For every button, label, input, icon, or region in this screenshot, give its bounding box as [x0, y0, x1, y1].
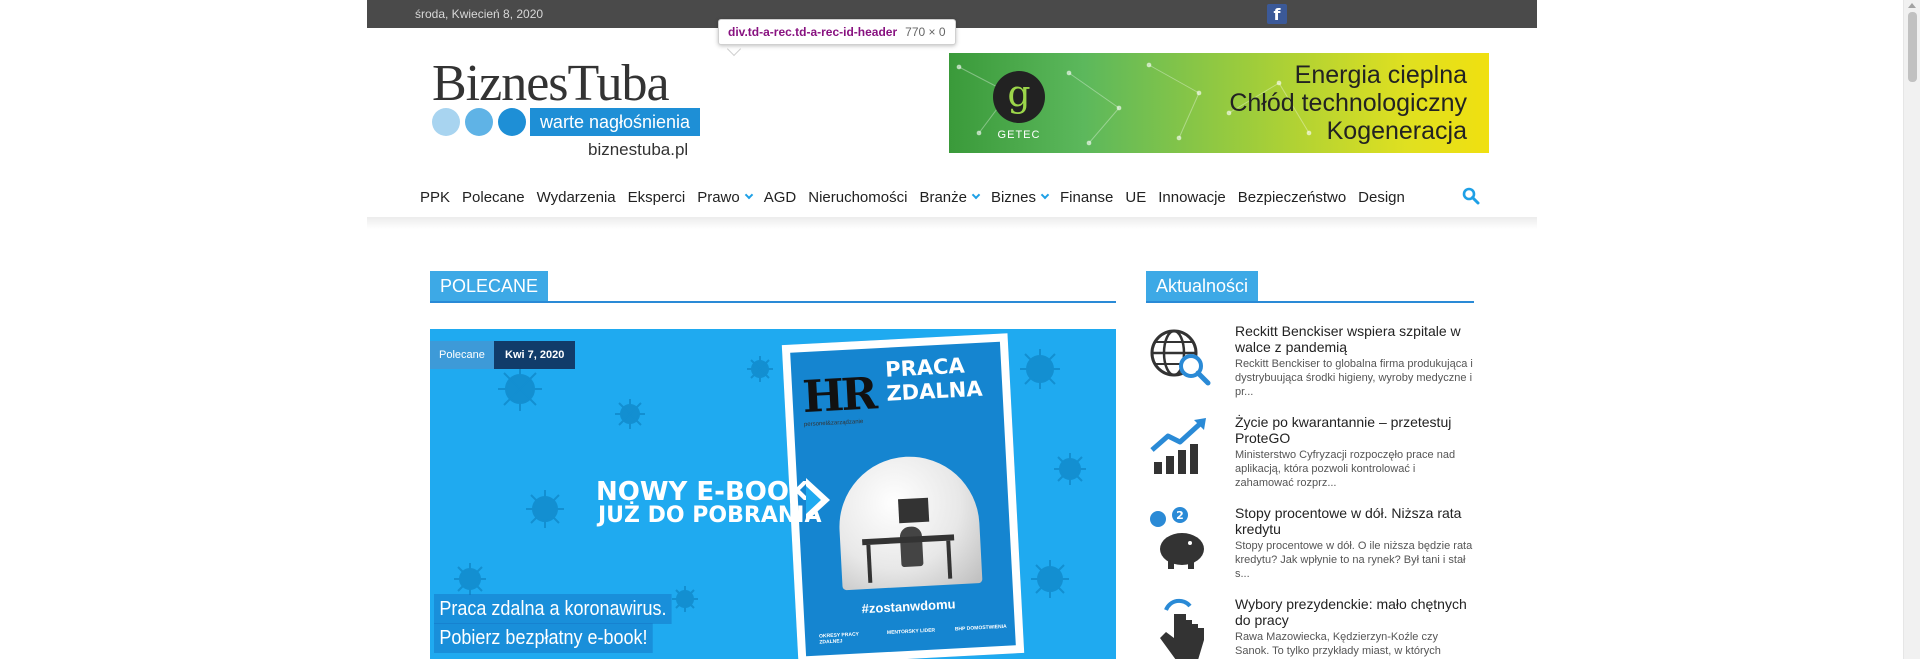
ebook-subheadline: JUŻ DO POBRANIA — [598, 503, 822, 528]
logo-bubble — [432, 108, 460, 136]
section-title[interactable]: Aktualności — [1146, 271, 1259, 301]
nav-item-bezpieczeństwo[interactable]: Bezpieczeństwo — [1238, 189, 1346, 206]
news-title[interactable]: Wybory prezydenckie: mało chętnych do pr… — [1235, 596, 1475, 628]
cover-column: BHP DOMOSTWIENIA — [954, 623, 1007, 633]
news-excerpt: Reckitt Benckiser to globalna firma prod… — [1235, 358, 1473, 398]
logo-domain: biznestuba.pl — [588, 140, 689, 159]
nav-item-biznes[interactable]: Biznes — [990, 188, 1050, 206]
nav-item-label: Branże — [919, 188, 967, 206]
news-item[interactable]: 2 Stopy procentowe w dół. Niższa rata kr… — [1146, 505, 1476, 595]
nav-item-prawo[interactable]: Prawo — [697, 188, 753, 206]
news-item[interactable]: Wybory prezydenckie: mało chętnych do pr… — [1146, 596, 1476, 659]
page: środa, Kwiecień 8, 2020 f BiznesTuba war… — [0, 0, 1920, 659]
growth-chart-icon — [1150, 418, 1206, 474]
cover-monitor — [898, 497, 930, 524]
nav-item-finanse[interactable]: Finanse — [1060, 189, 1113, 206]
nav-item-label: Finanse — [1060, 188, 1114, 206]
cover-column: OKRESY PRACY ZDALNEJ — [818, 631, 860, 646]
current-date: środa, Kwiecień 8, 2020 — [415, 7, 544, 21]
section-header-polecane: POLECANE — [430, 271, 1116, 303]
nav-item-label: Bezpieczeństwo — [1237, 188, 1347, 206]
news-item[interactable]: Reckitt Benckiser wspiera szpitale w wal… — [1146, 323, 1476, 413]
cover-logo: HR — [801, 368, 876, 424]
facebook-icon[interactable]: f — [1267, 4, 1287, 24]
main-nav: PPK Polecane Wydarzenia Eksperci Prawo AGD Nie… — [367, 175, 1537, 219]
logo-bubble — [498, 108, 526, 136]
cover-column: MENTORSKY LIDER — [886, 627, 936, 637]
nav-item-label: Polecane — [462, 188, 525, 206]
nav-item-nieruchomości[interactable]: Nieruchomości — [808, 189, 907, 206]
header-ad-banner[interactable]: g GETEC Energia cieplna Chłód technologi… — [949, 53, 1489, 153]
scroll-up-arrow[interactable] — [1908, 3, 1916, 8]
nav-item-label: Design — [1358, 188, 1405, 206]
ad-line: Kogeneracja — [1326, 117, 1467, 145]
scrollbar[interactable] — [1903, 0, 1920, 659]
ad-line: Energia cieplna — [1294, 61, 1467, 89]
cover-hashtag: #zostanwdomu — [861, 596, 956, 617]
devtools-inspect-tooltip: div.td-a-rec.td-a-rec-id-header 770 × 0 — [718, 19, 956, 45]
devtools-size: 770 × 0 — [905, 25, 946, 39]
nav-item-label: Nieruchomości — [808, 188, 908, 206]
featured-title-line[interactable]: Pobierz bezpłatny e-book! — [434, 623, 653, 653]
nav-item-label: Biznes — [990, 188, 1036, 206]
news-title[interactable]: Życie po kwarantannie – przetestuj Prote… — [1235, 414, 1475, 446]
section-header-aktualnosci: Aktualności — [1146, 271, 1474, 303]
post-category-badge[interactable]: Polecane — [430, 341, 494, 369]
nav-item-label: UE — [1125, 188, 1147, 206]
nav-item-agd[interactable]: AGD — [764, 189, 797, 206]
chevron-down-icon — [971, 190, 981, 200]
chevron-down-icon — [1040, 190, 1050, 200]
svg-text:2: 2 — [1176, 509, 1184, 522]
arrow-right-icon-cutout — [806, 486, 821, 514]
featured-post[interactable]: HR personel&zarządzanie PRACA ZDALNA #zo… — [430, 329, 1116, 659]
ad-brand-name: GETEC — [997, 129, 1041, 141]
news-excerpt: Rawa Mazowiecka, Kędzierzyn-Koźle czy Sa… — [1235, 631, 1441, 657]
scrollbar-thumb[interactable] — [1908, 12, 1917, 82]
news-item[interactable]: Życie po kwarantannie – przetestuj Prote… — [1146, 414, 1476, 504]
chevron-down-icon — [744, 190, 753, 200]
featured-title-line[interactable]: Praca zdalna a koronawirus. — [434, 594, 672, 624]
ad-line: Chłód technologiczny — [1229, 89, 1467, 117]
cover-person — [899, 526, 924, 568]
globe-search-icon — [1150, 329, 1211, 386]
news-title[interactable]: Stopy procentowe w dół. Niższa rata kred… — [1235, 505, 1475, 537]
news-title[interactable]: Reckitt Benckiser wspiera szpitale w wal… — [1235, 323, 1475, 355]
nav-item-polecane[interactable]: Polecane — [462, 189, 525, 206]
hand-pointer-icon — [1160, 598, 1204, 659]
devtools-selector: div.td-a-rec.td-a-rec-id-header — [728, 25, 898, 39]
nav-item-label: Prawo — [697, 188, 740, 206]
nav-item-design[interactable]: Design — [1358, 189, 1405, 206]
logo-wordmark: BiznesTuba — [432, 55, 670, 112]
nav-item-ppk[interactable]: PPK — [420, 189, 450, 206]
news-excerpt: Ministerstwo Cyfryzacji rozpoczęło prace… — [1235, 449, 1456, 489]
nav-item-label: Innowacje — [1158, 188, 1226, 206]
site-logo[interactable]: BiznesTuba warte nagłośnienia biznestuba… — [432, 55, 702, 159]
search-icon[interactable] — [1462, 187, 1480, 205]
nav-menu: PPK Polecane Wydarzenia Eksperci Prawo AGD Nie… — [420, 175, 1417, 219]
nav-item-label: AGD — [763, 188, 797, 206]
logo-slogan: warte nagłośnienia — [530, 108, 700, 136]
section-title[interactable]: POLECANE — [430, 271, 549, 301]
nav-item-eksperci[interactable]: Eksperci — [628, 189, 686, 206]
nav-item-innowacje[interactable]: Innowacje — [1158, 189, 1226, 206]
nav-item-label: Eksperci — [627, 188, 686, 206]
news-excerpt: Stopy procentowe w dół. O ile niższa będ… — [1235, 540, 1473, 580]
nav-item-label: Wydarzenia — [536, 188, 616, 206]
post-date-badge: Kwi 7, 2020 — [494, 341, 576, 369]
nav-item-wydarzenia[interactable]: Wydarzenia — [537, 189, 616, 206]
cover-title: ZDALNA — [885, 376, 984, 406]
ad-brand-logo: g — [993, 71, 1045, 123]
nav-item-ue[interactable]: UE — [1125, 189, 1146, 206]
nav-item-branże[interactable]: Branże — [919, 188, 981, 206]
logo-bubble — [465, 108, 493, 136]
piggy-bank-icon: 2 — [1150, 507, 1204, 569]
nav-item-label: PPK — [420, 188, 451, 206]
